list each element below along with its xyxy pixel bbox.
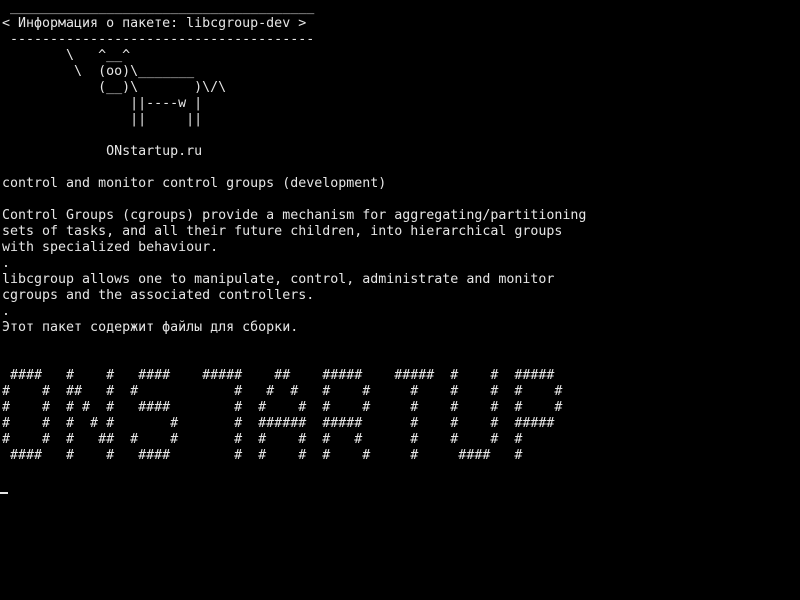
cow-art-line: \ ^__^ xyxy=(2,48,131,63)
description-line: sets of tasks, and all their future chil… xyxy=(2,224,563,239)
speech-bubble-text: < Информация о пакете: libcgroup-dev > xyxy=(2,16,307,31)
command-prompt[interactable] xyxy=(2,464,800,480)
description-separator: . xyxy=(2,304,11,319)
banner-line: # # ## # # # # # # # # # # # # xyxy=(2,384,563,399)
speech-bubble-top-border: ______________________________________ xyxy=(2,0,315,15)
description-line: cgroups and the associated controllers. xyxy=(2,288,315,303)
description-separator: . xyxy=(2,256,11,271)
cow-art-line: (__)\ )\/\ xyxy=(2,80,227,95)
banner-line: # # # # # # # ###### ##### # # # ##### xyxy=(2,416,555,431)
banner-line: #### # # #### # # # # # # #### # xyxy=(2,448,523,463)
cow-art-line: || || xyxy=(2,112,203,127)
cow-art-line: ||----w | xyxy=(2,96,203,111)
banner-line: # # # ## # # # # # # # # # # # xyxy=(2,432,523,447)
description-line: Control Groups (cgroups) provide a mecha… xyxy=(2,208,587,223)
description-line: Этот пакет содержит файлы для сборки. xyxy=(2,320,299,335)
terminal-screen[interactable]: ______________________________________ <… xyxy=(0,0,800,600)
description-line: with specialized behaviour. xyxy=(2,240,219,255)
banner-line: #### # # #### ##### ## ##### ##### # # #… xyxy=(2,368,555,383)
package-summary: control and monitor control groups (deve… xyxy=(2,176,387,191)
text-cursor xyxy=(0,492,8,494)
speech-bubble-bottom-border: -------------------------------------- xyxy=(2,32,315,47)
banner-line: # # # # # #### # # # # # # # # # # xyxy=(2,400,563,415)
description-line: libcgroup allows one to manipulate, cont… xyxy=(2,272,555,287)
site-name: ONstartup.ru xyxy=(2,144,203,159)
cow-art-line: \ (oo)\_______ xyxy=(2,64,195,79)
